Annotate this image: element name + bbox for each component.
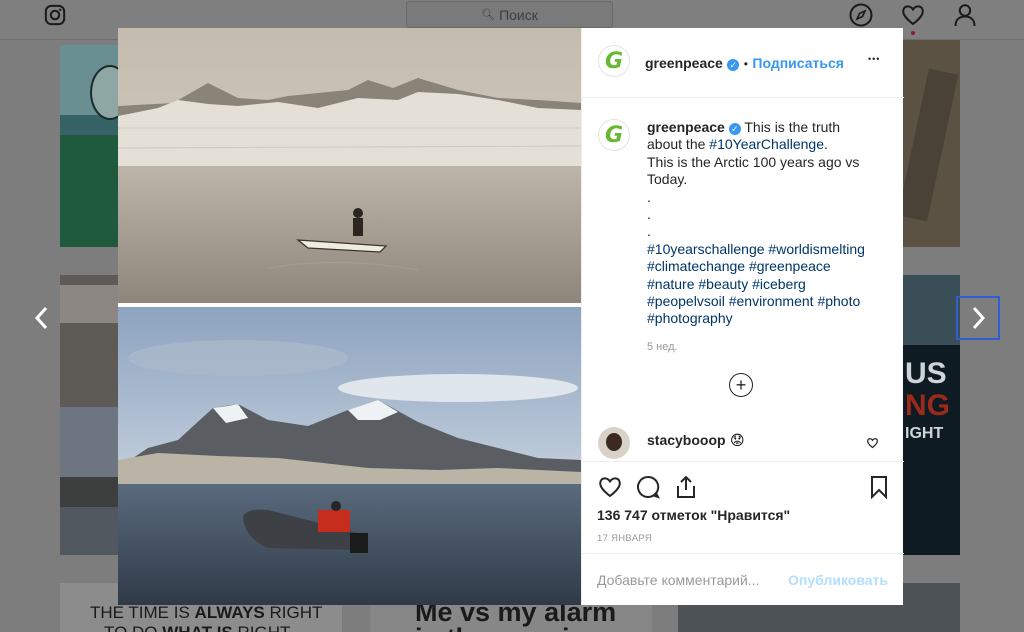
post-caption: greenpeace ✓ This is the truth about the…	[647, 119, 887, 328]
post-date[interactable]: 17 ЯНВАРЯ	[597, 533, 652, 544]
post-actions: 136 747 отметок "Нравится" 17 ЯНВАРЯ Доб…	[582, 461, 904, 605]
post-age[interactable]: 5 нед.	[647, 341, 678, 353]
arctic-comparison-photo	[117, 28, 582, 605]
tile-quote-text: THE TIME IS	[90, 603, 195, 622]
search-placeholder: Поиск	[499, 6, 538, 23]
comment-item: stacybooop 😟	[582, 425, 904, 461]
chevron-right-icon	[972, 306, 986, 330]
author-avatar[interactable]: G	[598, 45, 630, 77]
instagram-logo-icon[interactable]	[44, 4, 66, 26]
comment-text: stacybooop 😟	[647, 432, 745, 450]
load-more-comments-button[interactable]: +	[729, 373, 753, 397]
grid-tile-glacier-old[interactable]	[60, 275, 118, 407]
caption-line-4: Today.	[647, 171, 688, 188]
tile-quote-text: RIGHT	[233, 623, 290, 632]
tile-quote-text: TO DO	[104, 623, 162, 632]
tile-quote-line-2: TO DO WHAT IS RIGHT	[104, 623, 290, 632]
grid-tile-ground[interactable]	[903, 40, 960, 247]
comment-emoji: 😟	[730, 432, 745, 448]
caption-text: .	[823, 136, 828, 153]
caption-dot: .	[647, 188, 651, 205]
tile-sky-2	[60, 407, 118, 477]
caption-dot: .	[647, 223, 651, 240]
post-modal: G greenpeace ✓ • Подписаться ••• G green…	[117, 28, 904, 605]
caption-line-3: This is the Arctic 100 years ago vs	[647, 153, 860, 170]
tile-quote-bold: ALWAYS	[194, 603, 265, 622]
instagram-post-page: 🔍︎ Поиск THE TIME IS ALWAYS RIGHT TO DO …	[0, 0, 1024, 632]
header-separator: •	[743, 57, 748, 71]
author-username[interactable]: greenpeace	[645, 55, 723, 71]
likes-count[interactable]: 136 747 отметок "Нравится"	[597, 507, 790, 523]
comment-input[interactable]: Добавьте комментарий...	[597, 572, 759, 588]
tile-texture	[903, 68, 959, 222]
hashtag-line[interactable]: #photography	[647, 310, 887, 327]
tile-quote-line-1: THE TIME IS ALWAYS RIGHT	[90, 603, 322, 623]
caption-text: This is the truth	[744, 119, 841, 135]
more-options-button[interactable]: •••	[868, 54, 880, 64]
caption-avatar[interactable]: G	[598, 119, 630, 151]
share-icon[interactable]	[673, 474, 699, 500]
tile-mountain	[60, 477, 118, 507]
caption-line-2: about the #10YearChallenge.	[647, 136, 887, 153]
post-photo[interactable]	[117, 28, 582, 605]
tile-ice	[60, 285, 118, 323]
commenter-avatar[interactable]	[598, 427, 630, 459]
comment-bubble-icon[interactable]	[635, 474, 661, 500]
hashtag-link[interactable]: #10YearChallenge	[709, 136, 824, 152]
tile-poster-line-2: NG	[905, 389, 950, 422]
previous-post-button[interactable]	[20, 296, 64, 340]
tile-meme-line-2: in the morning	[415, 623, 602, 632]
caption-dot: .	[647, 206, 651, 223]
add-comment-form: Добавьте комментарий... Опубликовать	[582, 553, 904, 606]
bookmark-icon[interactable]	[866, 474, 892, 500]
hashtag-line[interactable]: #nature #beauty #iceberg	[647, 276, 887, 293]
plus-icon: +	[735, 375, 747, 395]
verified-badge-icon: ✓	[727, 59, 740, 71]
caption-username[interactable]: greenpeace	[647, 119, 725, 135]
tile-dolphin-area	[903, 275, 960, 345]
search-input[interactable]: 🔍︎ Поиск	[406, 1, 613, 28]
avatar-face	[606, 433, 622, 451]
follow-button[interactable]: Подписаться	[752, 55, 844, 71]
tile-figure-body	[60, 135, 118, 247]
grid-tile-glacier-new[interactable]	[60, 407, 118, 555]
next-post-button[interactable]	[956, 296, 1000, 340]
hashtag-line[interactable]: #climatechange #greenpeace	[647, 258, 887, 275]
post-header: G greenpeace ✓ • Подписаться •••	[582, 28, 904, 98]
commenter-username[interactable]: stacybooop	[647, 432, 726, 448]
compass-icon[interactable]	[848, 2, 874, 28]
search-icon: 🔍︎	[481, 9, 496, 21]
chevron-left-icon	[34, 306, 48, 330]
like-comment-heart-icon[interactable]	[866, 437, 879, 449]
tile-poster-line-3: IGHT	[905, 425, 944, 442]
caption-line-1: greenpeace ✓ This is the truth	[647, 119, 887, 136]
avatar-letter: G	[604, 48, 624, 74]
caption-text: about the	[647, 136, 706, 153]
tile-poster-line-1: US	[905, 357, 947, 390]
grid-tile-poster[interactable]: US NG IGHT	[903, 275, 960, 555]
tile-quote-bold: WHAT IS	[162, 623, 233, 632]
post-details-panel: G greenpeace ✓ • Подписаться ••• G green…	[581, 28, 904, 605]
publish-button[interactable]: Опубликовать	[788, 572, 888, 588]
tile-quote-text: RIGHT	[264, 603, 323, 622]
grid-tile-cartoon[interactable]	[60, 45, 118, 247]
hashtag-line[interactable]: #peopelvsoil #environment #photo	[647, 293, 887, 310]
comments-section: G greenpeace ✓ This is the truth about t…	[582, 99, 904, 461]
avatar-letter: G	[604, 122, 624, 148]
like-heart-icon[interactable]	[597, 474, 623, 500]
hashtag-line[interactable]: #10yearschallenge #worldismelting	[647, 241, 887, 258]
heart-icon[interactable]	[900, 2, 926, 28]
header-author-line: greenpeace ✓ • Подписаться	[645, 55, 844, 73]
notification-dot	[911, 31, 915, 35]
verified-badge-icon: ✓	[728, 123, 741, 135]
profile-icon[interactable]	[952, 2, 978, 28]
